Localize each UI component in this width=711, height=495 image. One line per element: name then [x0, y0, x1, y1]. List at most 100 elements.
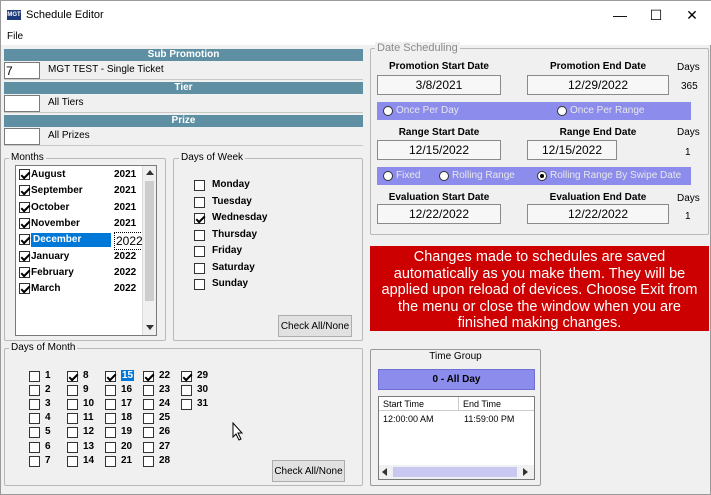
- day-of-month-checkbox[interactable]: [181, 399, 192, 411]
- eval-end-field[interactable]: 12/22/2022: [527, 204, 669, 224]
- time-list[interactable]: Start Time End Time 12:00:00 AM 11:59:00…: [378, 396, 535, 480]
- month-row[interactable]: August 2021: [18, 167, 143, 183]
- day-of-week-checkbox[interactable]: [194, 262, 205, 274]
- range-end-field[interactable]: 12/15/2022: [527, 140, 617, 160]
- day-of-month-checkbox[interactable]: [67, 399, 78, 411]
- hscroll-thumb[interactable]: [393, 467, 517, 477]
- day-of-month-checkbox[interactable]: [105, 399, 116, 411]
- time-col-start-header[interactable]: Start Time: [379, 397, 459, 411]
- promo-start-field[interactable]: 3/8/2021: [377, 75, 501, 95]
- day-of-month-checkbox[interactable]: [29, 371, 40, 382]
- range-start-field[interactable]: 12/15/2022: [377, 140, 501, 160]
- day-of-month-checkbox[interactable]: [143, 441, 154, 453]
- day-of-month-checkbox[interactable]: [105, 413, 116, 425]
- scroll-up-icon[interactable]: [146, 170, 154, 175]
- month-checkbox[interactable]: [19, 250, 30, 262]
- months-list[interactable]: August 2021 September 2021 October 2021 Novemb…: [15, 165, 157, 336]
- days-of-week-check-all-button[interactable]: Check All/None: [278, 315, 352, 337]
- month-row[interactable]: December 2022: [18, 232, 145, 251]
- day-of-month-checkbox[interactable]: [67, 455, 78, 467]
- rolling-range-swipe-radio[interactable]: Rolling Range By Swipe Date: [537, 170, 681, 181]
- month-checkbox[interactable]: [19, 266, 30, 278]
- fixed-radio-icon[interactable]: [383, 170, 393, 181]
- day-of-week-checkbox[interactable]: [194, 196, 205, 208]
- month-checkbox[interactable]: [19, 283, 30, 295]
- day-of-month-checkbox[interactable]: [181, 371, 192, 382]
- day-of-month-checkbox[interactable]: [29, 413, 40, 425]
- day-of-month-checkbox[interactable]: [105, 371, 116, 382]
- rolling-range-radio[interactable]: Rolling Range: [439, 170, 515, 181]
- day-of-month-checkbox[interactable]: [143, 371, 154, 382]
- day-of-month-checkbox[interactable]: [143, 385, 154, 397]
- day-of-month-checkbox[interactable]: [143, 399, 154, 411]
- month-checkbox[interactable]: [19, 217, 30, 229]
- month-checkbox[interactable]: [19, 234, 30, 246]
- menu-file[interactable]: File: [7, 31, 23, 42]
- day-of-month-checkbox[interactable]: [105, 427, 116, 439]
- month-checkbox[interactable]: [19, 201, 30, 213]
- title-bar: MGT Schedule Editor — ☐ ✕: [1, 1, 711, 29]
- month-row[interactable]: November 2021: [18, 216, 143, 232]
- day-of-month-checkbox[interactable]: [143, 427, 154, 439]
- month-row[interactable]: January 2022: [18, 249, 143, 265]
- tier-id-field[interactable]: [4, 95, 40, 112]
- day-of-month-checkbox[interactable]: [29, 441, 40, 453]
- minimize-button[interactable]: —: [602, 1, 638, 29]
- day-of-month-checkbox[interactable]: [67, 385, 78, 397]
- once-per-day-radio-icon[interactable]: [383, 105, 393, 116]
- months-scrollbar[interactable]: [142, 166, 156, 335]
- maximize-button[interactable]: ☐: [638, 1, 674, 29]
- time-row-end[interactable]: 11:59:00 PM: [464, 414, 514, 424]
- month-row[interactable]: March 2022: [18, 281, 143, 297]
- once-per-day-radio[interactable]: Once Per Day: [383, 105, 459, 116]
- day-of-month-checkbox[interactable]: [29, 399, 40, 411]
- time-row-start[interactable]: 12:00:00 AM: [383, 414, 434, 424]
- month-checkbox[interactable]: [19, 185, 30, 197]
- once-per-range-radio-icon[interactable]: [557, 105, 567, 116]
- promo-end-field[interactable]: 12/29/2022: [527, 75, 669, 95]
- day-of-month-checkbox[interactable]: [29, 385, 40, 397]
- day-of-month-checkbox[interactable]: [105, 441, 116, 453]
- eval-start-field[interactable]: 12/22/2022: [377, 204, 501, 224]
- month-row[interactable]: February 2022: [18, 265, 143, 281]
- day-of-week-checkbox[interactable]: [194, 229, 205, 241]
- scroll-down-icon[interactable]: [146, 325, 154, 330]
- month-row[interactable]: October 2021: [18, 200, 143, 216]
- day-of-month-checkbox[interactable]: [67, 371, 78, 382]
- day-of-month-checkbox[interactable]: [143, 455, 154, 467]
- app-logo-icon: MGT: [7, 10, 21, 20]
- day-of-month-checkbox[interactable]: [105, 385, 116, 397]
- rolling-range-swipe-radio-icon[interactable]: [537, 170, 547, 181]
- day-of-month-checkbox[interactable]: [105, 455, 116, 467]
- day-of-month-label: 12: [83, 426, 95, 438]
- eval-days-value: 1: [685, 211, 691, 222]
- once-per-range-radio[interactable]: Once Per Range: [557, 105, 645, 116]
- day-of-month-checkbox[interactable]: [67, 427, 78, 439]
- sub-promotion-id-field[interactable]: 7: [4, 62, 40, 79]
- day-of-month-checkbox[interactable]: [29, 427, 40, 439]
- range-type-radio-bar: Fixed Rolling Range Rolling Range By Swi…: [377, 167, 691, 185]
- month-row[interactable]: September 2021: [18, 183, 143, 199]
- day-of-month-checkbox[interactable]: [143, 413, 154, 425]
- scroll-thumb[interactable]: [145, 181, 154, 301]
- time-list-hscrollbar[interactable]: [379, 465, 534, 479]
- day-of-month-label: 21: [121, 454, 133, 466]
- day-of-month-checkbox[interactable]: [181, 385, 192, 397]
- day-of-month-checkbox[interactable]: [67, 441, 78, 453]
- scroll-left-icon[interactable]: [382, 468, 387, 476]
- time-group-select[interactable]: 0 - All Day: [378, 369, 535, 390]
- days-of-month-check-all-button[interactable]: Check All/None: [272, 460, 345, 482]
- day-of-month-checkbox[interactable]: [67, 413, 78, 425]
- rolling-range-radio-icon[interactable]: [439, 170, 449, 181]
- fixed-radio[interactable]: Fixed: [383, 170, 420, 181]
- close-button[interactable]: ✕: [674, 1, 710, 29]
- time-col-end-header[interactable]: End Time: [459, 397, 534, 411]
- day-of-month-checkbox[interactable]: [29, 455, 40, 467]
- day-of-week-checkbox[interactable]: [194, 180, 205, 191]
- day-of-week-checkbox[interactable]: [194, 246, 205, 257]
- scroll-right-icon[interactable]: [523, 468, 528, 476]
- month-checkbox[interactable]: [19, 169, 30, 180]
- day-of-week-checkbox[interactable]: [194, 213, 205, 224]
- day-of-week-checkbox[interactable]: [194, 279, 205, 290]
- prize-id-field[interactable]: [4, 128, 40, 145]
